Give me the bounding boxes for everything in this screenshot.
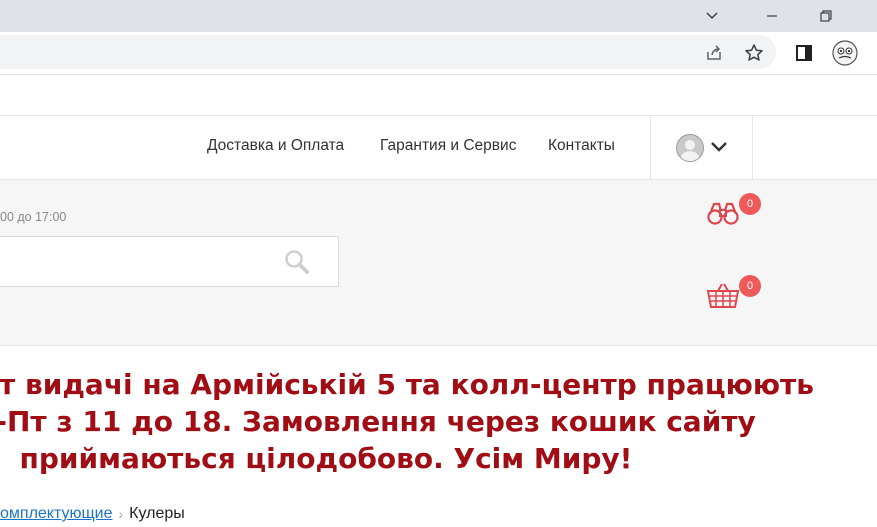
site-top-strip	[0, 75, 877, 116]
nav-item-delivery[interactable]: Доставка и Оплата	[207, 137, 344, 155]
minimize-icon[interactable]	[752, 0, 792, 32]
announcement-line: н-Пт з 11 до 18. Замовлення через кошик …	[0, 405, 756, 438]
nav-item-warranty[interactable]: Гарантия и Сервис	[380, 137, 516, 155]
announcement-line: приймаються цілодобово. Усім Миру!	[19, 442, 633, 475]
announcement-banner: т видачі на Армійській 5 та колл-центр п…	[0, 366, 814, 477]
compare-count-badge: 0	[739, 193, 761, 215]
profile-avatar-icon[interactable]	[832, 40, 858, 66]
working-hours: 00 до 17:00	[0, 210, 67, 224]
search-input[interactable]	[0, 236, 339, 287]
cart-count-badge: 0	[739, 275, 761, 297]
search-icon[interactable]	[283, 248, 311, 276]
address-bar[interactable]	[0, 35, 776, 69]
site-header: 00 до 17:00 0 0	[0, 180, 877, 346]
cart-button[interactable]	[706, 281, 740, 311]
main-nav: Доставка и Оплата Гарантия и Сервис Конт…	[0, 116, 877, 180]
breadcrumb-separator-icon: ›	[118, 506, 124, 522]
nav-divider	[650, 116, 651, 179]
share-icon[interactable]	[701, 40, 727, 66]
announcement-line: т видачі на Армійській 5 та колл-центр п…	[0, 368, 814, 401]
browser-tab-strip	[0, 0, 877, 32]
basket-icon	[706, 283, 740, 308]
chevron-down-icon[interactable]	[710, 139, 728, 158]
binoculars-icon	[707, 202, 739, 225]
breadcrumb-current: Кулеры	[129, 505, 185, 522]
tab-search-chevron-icon[interactable]	[692, 0, 732, 32]
side-panel-icon[interactable]	[791, 40, 817, 66]
nav-item-contacts[interactable]: Контакты	[548, 137, 615, 155]
restore-icon[interactable]	[806, 0, 846, 32]
compare-button[interactable]	[706, 199, 740, 229]
user-avatar-icon[interactable]	[676, 134, 704, 162]
nav-divider	[752, 116, 753, 179]
browser-toolbar	[0, 32, 877, 74]
bookmark-star-icon[interactable]	[741, 40, 767, 66]
breadcrumb: омплектующие › Кулеры	[0, 505, 185, 523]
breadcrumb-link-components[interactable]: омплектующие	[0, 505, 112, 523]
